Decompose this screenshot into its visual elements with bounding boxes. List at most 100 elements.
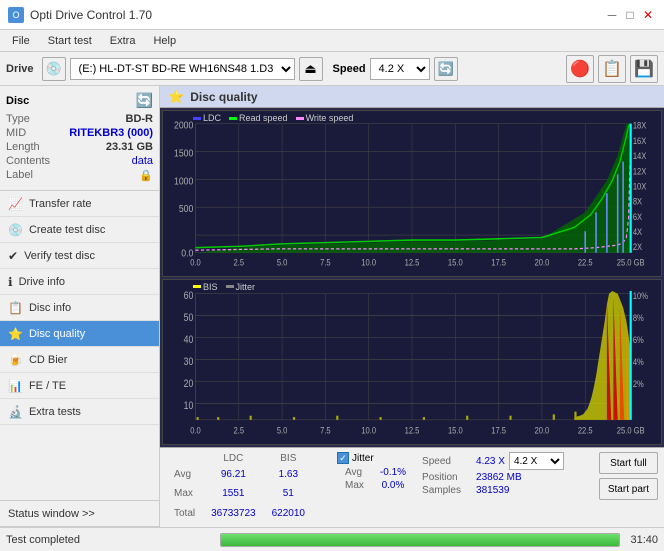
save-button[interactable]: 💾	[630, 55, 658, 83]
sidebar-item-create-test-disc[interactable]: 💿 Create test disc	[0, 217, 159, 243]
ldc-chart-legend: LDC Read speed Write speed	[193, 113, 353, 123]
total-ldc: 36733723	[203, 504, 264, 523]
read-speed-legend-item: Read speed	[229, 113, 288, 123]
jitter-avg-label: Avg	[337, 466, 372, 479]
bis-jitter-chart: BIS Jitter	[162, 279, 662, 446]
sidebar-item-drive-info[interactable]: ℹ Drive info	[0, 269, 159, 295]
drive-label: Drive	[6, 63, 34, 75]
label-label: Label	[6, 169, 33, 182]
max-bis: 51	[264, 484, 313, 503]
progress-bar	[220, 533, 620, 547]
max-ldc: 1551	[203, 484, 264, 503]
jitter-check-label: Jitter	[352, 453, 374, 464]
cd-bier-label: CD Bier	[29, 354, 68, 366]
disc-panel: Disc 🔄 Type BD-R MID RITEKBR3 (000) Leng…	[0, 86, 159, 191]
read-speed-legend-dot	[229, 117, 237, 120]
charts-area: LDC Read speed Write speed	[160, 108, 664, 447]
length-value: 23.31 GB	[106, 141, 153, 153]
svg-text:22.5: 22.5	[578, 424, 593, 435]
disc-info-label: Disc info	[29, 302, 71, 314]
svg-text:6X: 6X	[633, 212, 643, 222]
disc-refresh-icon[interactable]: 🔄	[136, 92, 153, 109]
jitter-stats-table: Avg -0.1% Max 0.0%	[337, 466, 414, 492]
sidebar-item-disc-quality[interactable]: ⭐ Disc quality	[0, 321, 159, 347]
status-window-button[interactable]: Status window >>	[0, 501, 159, 527]
disc-quality-header-icon: ⭐	[168, 89, 184, 105]
sidebar-item-cd-bier[interactable]: 🍺 CD Bier	[0, 347, 159, 373]
sidebar-item-verify-test-disc[interactable]: ✔ Verify test disc	[0, 243, 159, 269]
menu-file[interactable]: File	[4, 33, 38, 49]
svg-text:12X: 12X	[633, 167, 647, 177]
disc-title: Disc	[6, 95, 29, 107]
svg-text:5.0: 5.0	[277, 424, 288, 435]
write-speed-legend-dot	[296, 117, 304, 120]
svg-text:5.0: 5.0	[277, 258, 288, 268]
disc-info-icon: 📋	[8, 301, 23, 315]
sidebar-item-fe-te[interactable]: 📊 FE / TE	[0, 373, 159, 399]
speed-info-section: Speed 4.23 X 4.2 X Position 23862 MB Sam…	[422, 452, 564, 523]
length-label: Length	[6, 141, 40, 153]
speed-info-select[interactable]: 4.2 X	[509, 452, 564, 470]
sidebar-item-extra-tests[interactable]: 🔬 Extra tests	[0, 399, 159, 425]
sidebar-item-transfer-rate[interactable]: 📈 Transfer rate	[0, 191, 159, 217]
svg-text:6%: 6%	[633, 334, 644, 345]
svg-text:0.0: 0.0	[190, 258, 201, 268]
app-title: Opti Drive Control 1.70	[30, 8, 152, 22]
verify-test-disc-icon: ✔	[8, 249, 18, 263]
refresh-button[interactable]: 🔄	[434, 57, 458, 81]
ldc-chart: LDC Read speed Write speed	[162, 110, 662, 277]
main-content: Disc 🔄 Type BD-R MID RITEKBR3 (000) Leng…	[0, 86, 664, 527]
svg-text:12.5: 12.5	[405, 258, 420, 268]
disc-quality-header: ⭐ Disc quality	[160, 86, 664, 108]
svg-text:14X: 14X	[633, 152, 647, 162]
position-key: Position	[422, 472, 472, 483]
maximize-button[interactable]: □	[622, 7, 638, 23]
write-speed-legend-label: Write speed	[306, 113, 354, 123]
menu-extra[interactable]: Extra	[102, 33, 144, 49]
svg-text:4%: 4%	[633, 356, 644, 367]
verify-test-disc-label: Verify test disc	[24, 250, 95, 262]
ldc-legend-item: LDC	[193, 113, 221, 123]
bis-jitter-chart-svg: 60 50 40 30 20 10 10% 8% 6% 4% 2% 0.0 2.…	[163, 280, 661, 445]
minimize-button[interactable]: ─	[604, 7, 620, 23]
menu-help[interactable]: Help	[145, 33, 184, 49]
svg-text:10.0: 10.0	[361, 258, 376, 268]
time-display: 31:40	[630, 534, 658, 546]
speed-info-val: 4.23 X	[476, 456, 505, 467]
jitter-checkbox[interactable]: ✓	[337, 452, 349, 464]
status-text: Test completed	[6, 534, 216, 546]
total-label: Total	[166, 504, 203, 523]
bis-legend-item: BIS	[193, 282, 218, 292]
disc-quality-label: Disc quality	[29, 328, 85, 340]
read-speed-legend-label: Read speed	[239, 113, 288, 123]
copy-button[interactable]: 📋	[598, 55, 626, 83]
sidebar-item-disc-info[interactable]: 📋 Disc info	[0, 295, 159, 321]
transfer-rate-icon: 📈	[8, 197, 23, 211]
menu-start-test[interactable]: Start test	[40, 33, 100, 49]
close-button[interactable]: ✕	[640, 7, 656, 23]
svg-text:20.0: 20.0	[535, 258, 550, 268]
svg-text:10X: 10X	[633, 182, 647, 192]
svg-text:10%: 10%	[633, 290, 648, 301]
speed-label: Speed	[333, 63, 366, 75]
avg-ldc: 96.21	[203, 465, 264, 484]
stats-table: LDC BIS Avg 96.21 1.63 Max 1551 51	[166, 452, 329, 523]
eject-button[interactable]: ⏏	[299, 57, 323, 81]
svg-text:10: 10	[184, 399, 194, 411]
svg-text:25.0 GB: 25.0 GB	[617, 258, 645, 268]
start-part-button[interactable]: Start part	[599, 478, 658, 500]
disc-quality-header-title: Disc quality	[190, 90, 257, 104]
ldc-legend-dot	[193, 117, 201, 120]
speed-select[interactable]: 4.2 X	[370, 58, 430, 80]
svg-text:7.5: 7.5	[320, 258, 331, 268]
svg-text:8%: 8%	[633, 312, 644, 323]
avg-label: Avg	[166, 465, 203, 484]
svg-text:25.0 GB: 25.0 GB	[617, 424, 645, 435]
drive-select[interactable]: (E:) HL-DT-ST BD-RE WH16NS48 1.D3	[70, 58, 295, 80]
svg-text:7.5: 7.5	[320, 424, 331, 435]
progress-fill	[221, 534, 619, 546]
extra-tests-label: Extra tests	[29, 406, 81, 418]
ldc-header: LDC	[203, 452, 264, 465]
record-button[interactable]: 🔴	[566, 55, 594, 83]
start-full-button[interactable]: Start full	[599, 452, 658, 474]
